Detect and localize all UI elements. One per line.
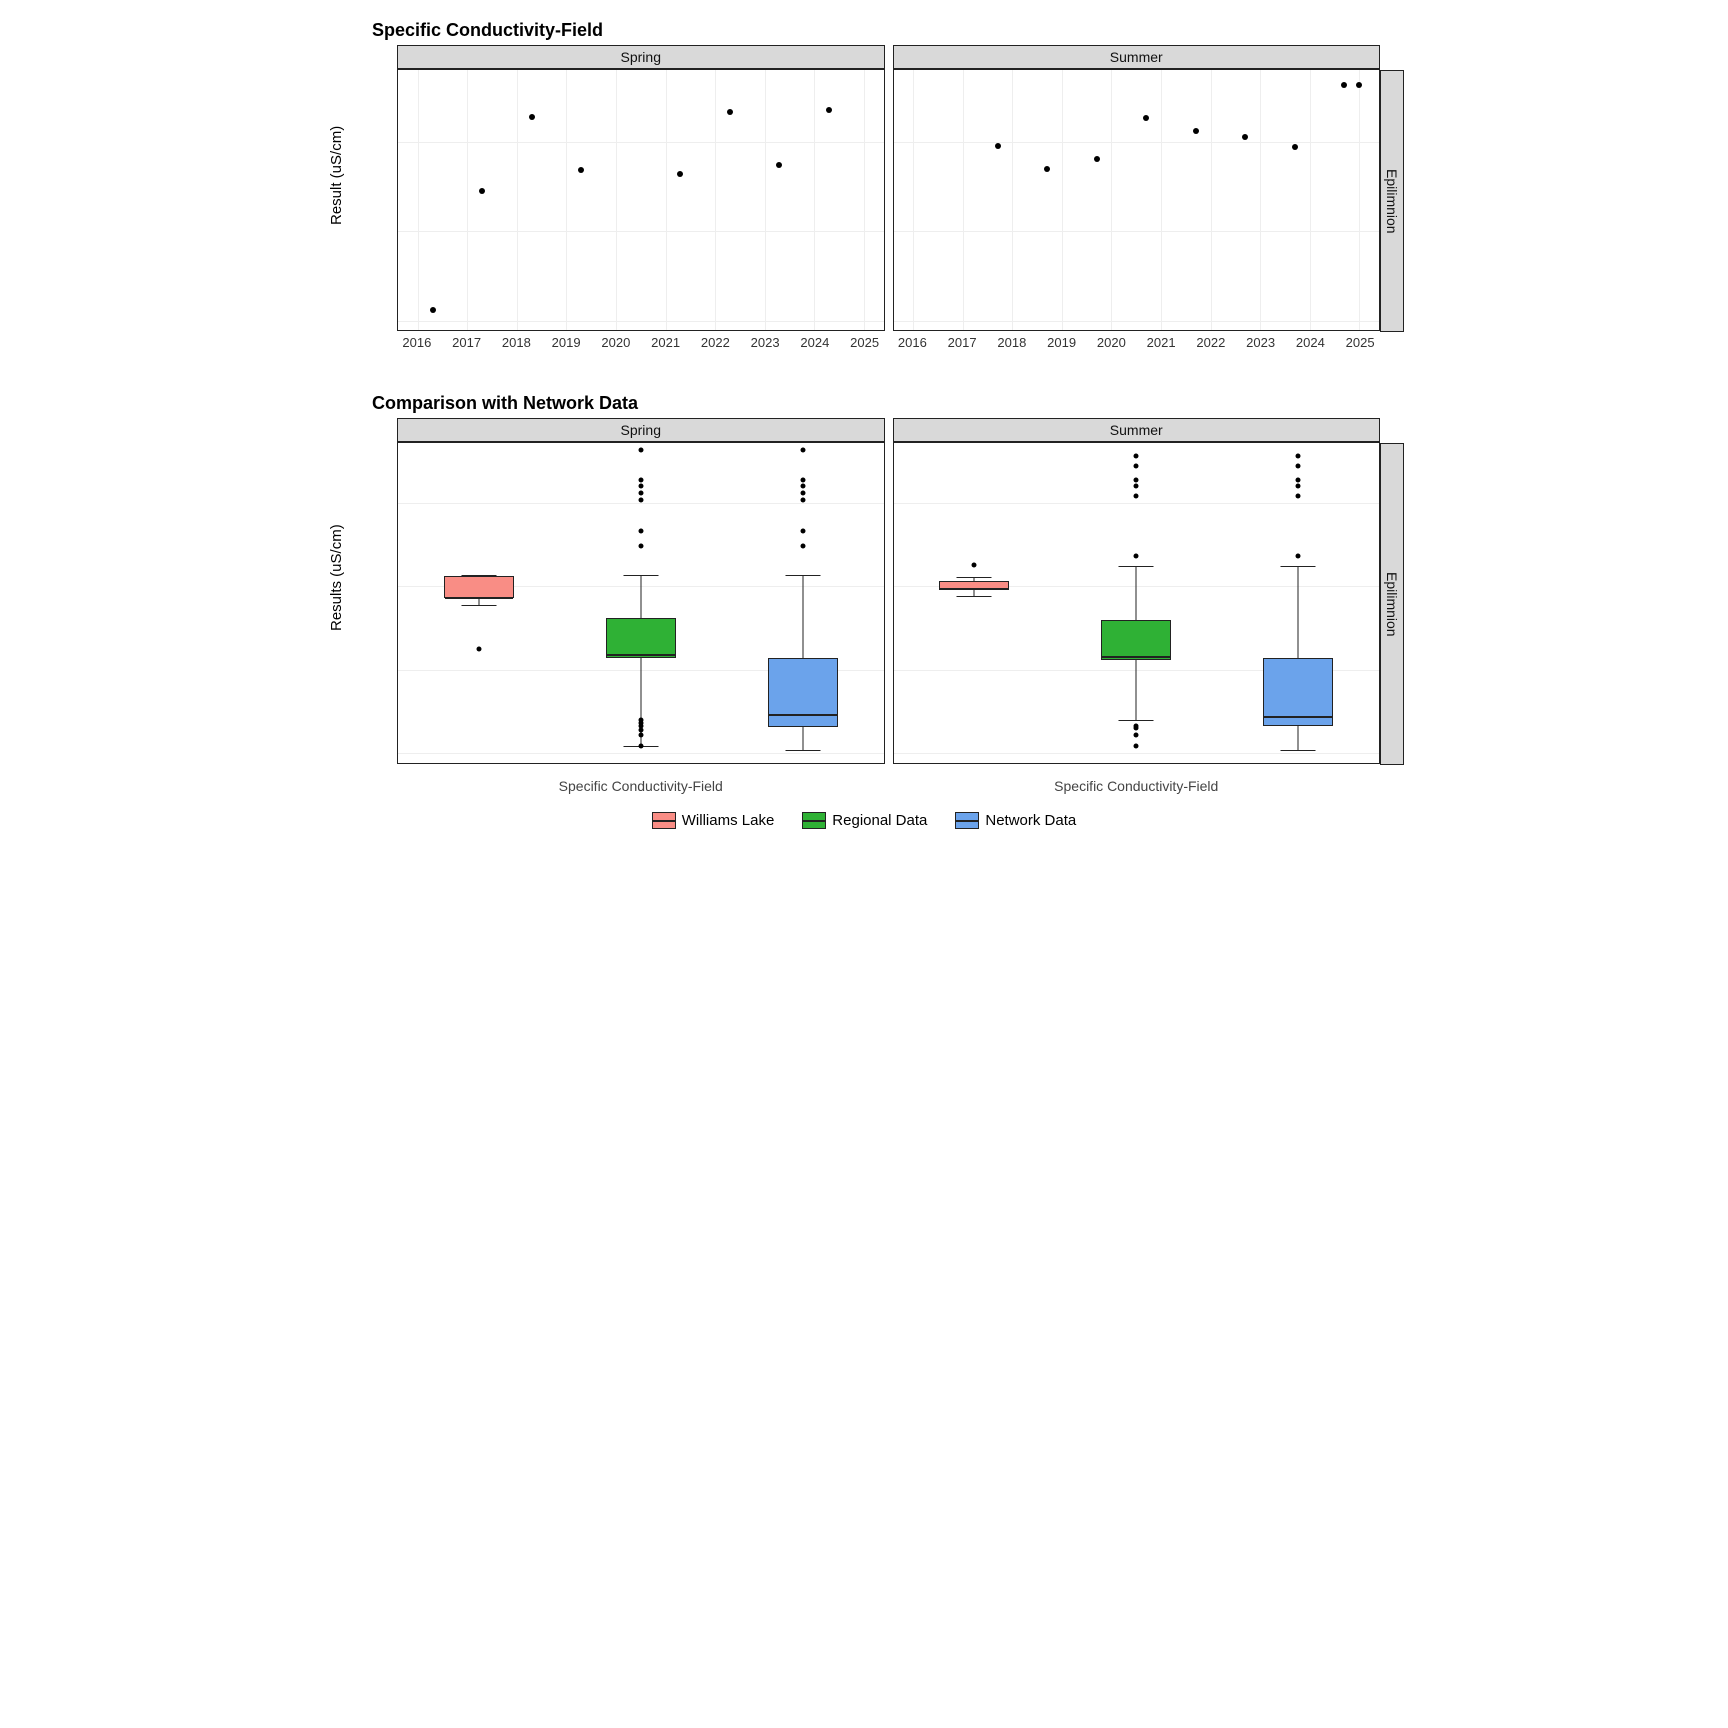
outlier-point <box>800 491 805 496</box>
chart2-title: Comparison with Network Data <box>372 393 1404 414</box>
box-panel: Summer Specific Conductivity-Field <box>893 418 1381 794</box>
plot-area: 300400500 <box>397 69 885 331</box>
legend-item: Regional Data <box>802 812 927 829</box>
outlier-point <box>476 647 481 652</box>
outlier-point <box>1134 554 1139 559</box>
facet-strip-top: Spring <box>397 45 885 69</box>
chart2-ylabel: Results (uS/cm) <box>324 418 349 738</box>
outlier-point <box>1134 724 1139 729</box>
x-category-label: Specific Conductivity-Field <box>893 778 1381 794</box>
data-point <box>1356 82 1362 88</box>
chart2-row: Results (uS/cm) Spring0250500750 Specific… <box>324 418 1404 794</box>
data-point <box>529 114 535 120</box>
box <box>768 658 838 727</box>
x-ticks: 2016201720182019202020212022202320242025 <box>397 335 885 353</box>
facet-strip-top: Summer <box>893 418 1381 442</box>
data-point <box>1094 156 1100 162</box>
outlier-point <box>1296 554 1301 559</box>
outlier-point <box>800 477 805 482</box>
data-point <box>826 107 832 113</box>
outlier-point <box>1296 477 1301 482</box>
outlier-point <box>638 529 643 534</box>
outlier-point <box>1134 484 1139 489</box>
box <box>1101 620 1171 660</box>
data-point <box>1044 166 1050 172</box>
outlier-point <box>638 732 643 737</box>
facet-strip-top: Summer <box>893 45 1381 69</box>
plot-area: 0250500750 <box>397 442 885 764</box>
chart2-panels: Spring0250500750 Specific Conductivity-Fi… <box>397 418 1380 794</box>
legend: Williams Lake Regional Data Network Data <box>324 812 1404 829</box>
outlier-point <box>800 484 805 489</box>
outlier-point <box>638 544 643 549</box>
outlier-point <box>1296 464 1301 469</box>
data-point <box>995 143 1001 149</box>
box <box>606 618 676 658</box>
outlier-point <box>800 447 805 452</box>
chart1-panels: Spring300400500 2016201720182019202020212… <box>397 45 1380 353</box>
box <box>939 581 1009 589</box>
data-point <box>1341 82 1347 88</box>
outlier-point <box>800 497 805 502</box>
outlier-point <box>638 484 643 489</box>
data-point <box>1193 128 1199 134</box>
outlier-point <box>1296 454 1301 459</box>
outlier-point <box>1134 477 1139 482</box>
outlier-point <box>800 529 805 534</box>
outlier-point <box>638 491 643 496</box>
data-point <box>677 171 683 177</box>
data-point <box>578 167 584 173</box>
plot-area <box>893 442 1381 764</box>
chart1-row: Result (uS/cm) Spring300400500 2016201720… <box>324 45 1404 353</box>
outlier-point <box>1134 464 1139 469</box>
legend-key <box>955 812 979 829</box>
outlier-point <box>1134 743 1139 748</box>
x-ticks: 2016201720182019202020212022202320242025 <box>893 335 1381 353</box>
outlier-point <box>638 447 643 452</box>
data-point <box>479 188 485 194</box>
outlier-point <box>800 544 805 549</box>
chart1-facet-right: Epilimnion <box>1380 70 1404 332</box>
legend-label: Network Data <box>985 812 1076 829</box>
data-point <box>1242 134 1248 140</box>
outlier-point <box>638 743 643 748</box>
facet-strip-top: Spring <box>397 418 885 442</box>
chart2-facet-right: Epilimnion <box>1380 443 1404 765</box>
legend-key <box>652 812 676 829</box>
outlier-point <box>1134 494 1139 499</box>
data-point <box>1292 144 1298 150</box>
outlier-point <box>1134 732 1139 737</box>
outlier-point <box>972 563 977 568</box>
outlier-point <box>1296 484 1301 489</box>
box <box>444 576 514 598</box>
data-point <box>776 162 782 168</box>
box <box>1263 658 1333 726</box>
data-point <box>727 109 733 115</box>
x-category-label: Specific Conductivity-Field <box>397 778 885 794</box>
data-point <box>1143 115 1149 121</box>
outlier-point <box>1134 454 1139 459</box>
scatter-panel: Summer 2016201720182019202020212022202320… <box>893 45 1381 353</box>
scatter-panel: Spring300400500 2016201720182019202020212… <box>397 45 885 353</box>
outlier-point <box>638 477 643 482</box>
legend-label: Regional Data <box>832 812 927 829</box>
outlier-point <box>1296 494 1301 499</box>
legend-label: Williams Lake <box>682 812 775 829</box>
outlier-point <box>638 717 643 722</box>
legend-item: Williams Lake <box>652 812 775 829</box>
figure: Specific Conductivity-Field Result (uS/c… <box>324 20 1404 829</box>
legend-key <box>802 812 826 829</box>
outlier-point <box>638 497 643 502</box>
legend-item: Network Data <box>955 812 1076 829</box>
chart1-title: Specific Conductivity-Field <box>372 20 1404 41</box>
plot-area <box>893 69 1381 331</box>
chart1-ylabel: Result (uS/cm) <box>324 45 349 305</box>
box-panel: Spring0250500750 Specific Conductivity-Fi… <box>397 418 885 794</box>
data-point <box>430 307 436 313</box>
